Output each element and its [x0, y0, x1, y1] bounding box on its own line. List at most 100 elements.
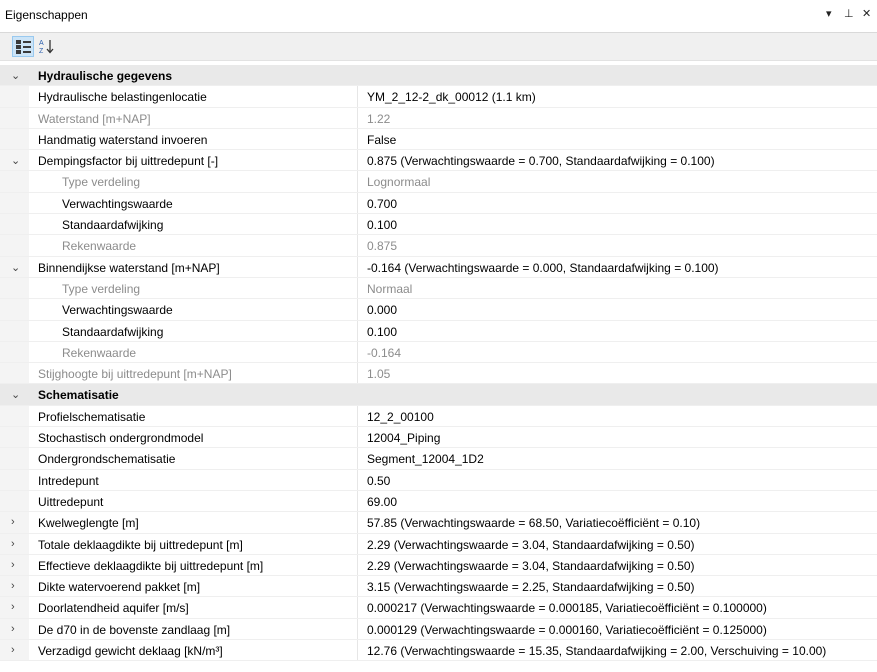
property-value[interactable]: 0.100: [359, 214, 877, 234]
property-value[interactable]: 0.000: [359, 299, 877, 319]
collapse-icon[interactable]: ⌄: [11, 154, 20, 167]
property-row[interactable]: Stijghoogte bij uittredepunt [m+NAP] 1.05: [0, 363, 877, 385]
property-value[interactable]: 0.875 (Verwachtingswaarde = 0.700, Stand…: [359, 150, 877, 170]
property-row[interactable]: Waterstand [m+NAP] 1.22: [0, 107, 877, 129]
property-row[interactable]: Verwachtingswaarde 0.700: [0, 192, 877, 215]
expand-icon[interactable]: ›: [11, 644, 15, 656]
row-gutter: ›: [0, 597, 29, 618]
property-value[interactable]: 0.100: [359, 321, 877, 341]
property-row[interactable]: Hydraulische belastingenlocatie YM_2_12-2…: [0, 86, 877, 108]
property-row[interactable]: ⌄ Dempingsfactor bij uittredepunt [-] 0.87…: [0, 150, 877, 172]
alphabetical-button[interactable]: A Z: [36, 36, 58, 57]
property-toolbar: A Z: [0, 33, 877, 61]
property-row[interactable]: Handmatig waterstand invoeren False: [0, 128, 877, 151]
property-row[interactable]: Verwachtingswaarde 0.000: [0, 299, 877, 321]
property-value: Normaal: [367, 281, 413, 296]
property-value[interactable]: 57.85 (Verwachtingswaarde = 68.50, Varia…: [359, 512, 877, 532]
expand-icon[interactable]: ›: [11, 580, 15, 592]
sort-alphabetical-icon: A Z: [39, 40, 54, 54]
property-row[interactable]: Standaardafwijking 0.100: [0, 320, 877, 342]
property-value[interactable]: 0.000129 (Verwachtingswaarde = 0.000160,…: [359, 619, 877, 639]
property-row[interactable]: ⌄ Binnendijkse waterstand [m+NAP] -0.164 (…: [0, 256, 877, 278]
property-row[interactable]: › Totale deklaagdikte bij uittredepunt [m…: [0, 533, 877, 555]
property-name: Doorlatendheid aquifer [m/s]: [29, 597, 358, 618]
property-value[interactable]: 0.50: [359, 470, 877, 490]
categorized-button[interactable]: [12, 36, 34, 57]
property-value[interactable]: 2.29 (Verwachtingswaarde = 3.04, Standaa…: [359, 555, 877, 575]
collapse-icon[interactable]: ⌄: [11, 69, 20, 82]
property-name: Verwachtingswaarde: [29, 299, 358, 320]
property-row[interactable]: Rekenwaarde -0.164: [0, 341, 877, 364]
property-name: Type verdeling: [29, 277, 358, 299]
row-gutter: [0, 405, 29, 427]
row-gutter: [0, 277, 29, 299]
property-row[interactable]: Uittredepunt 69.00: [0, 490, 877, 513]
pin-icon[interactable]: ⊥: [844, 7, 854, 20]
property-value[interactable]: 69.00: [359, 491, 877, 511]
property-row[interactable]: › Verzadigd gewicht deklaag [kN/m³] 12.76 …: [0, 640, 877, 662]
property-value[interactable]: Segment_12004_1D2: [359, 448, 877, 468]
property-row[interactable]: › Kwelweglengte [m] 57.85 (Verwachtingswaa…: [0, 512, 877, 534]
property-name: Rekenwaarde: [29, 235, 358, 256]
property-name: Hydraulische belastingenlocatie: [29, 86, 358, 107]
property-value[interactable]: 12004_Piping: [359, 427, 877, 447]
expand-icon[interactable]: ›: [11, 538, 15, 550]
property-value[interactable]: 2.29 (Verwachtingswaarde = 3.04, Standaa…: [359, 534, 877, 554]
property-name: Handmatig waterstand invoeren: [29, 128, 358, 150]
row-gutter: [0, 341, 29, 363]
categorized-icon: [16, 40, 31, 54]
expand-icon[interactable]: ›: [11, 559, 15, 571]
property-row[interactable]: Stochastisch ondergrondmodel 12004_Piping: [0, 427, 877, 449]
property-row[interactable]: Intredepunt 0.50: [0, 469, 877, 491]
property-name: Stijghoogte bij uittredepunt [m+NAP]: [29, 363, 358, 384]
expand-icon[interactable]: ›: [11, 623, 15, 635]
property-row[interactable]: Rekenwaarde 0.875: [0, 235, 877, 257]
property-row[interactable]: Type verdeling Normaal: [0, 277, 877, 300]
collapse-icon[interactable]: ⌄: [11, 388, 20, 401]
property-value: -0.164: [367, 345, 402, 360]
property-name: Standaardafwijking: [29, 320, 358, 341]
property-name: Waterstand [m+NAP]: [29, 107, 358, 128]
collapse-icon[interactable]: ⌄: [11, 261, 20, 274]
property-name: Stochastisch ondergrondmodel: [29, 427, 358, 448]
property-value[interactable]: 12.76 (Verwachtingswaarde = 15.35, Stand…: [359, 640, 877, 660]
property-value[interactable]: 0.700: [359, 193, 877, 213]
row-gutter: ⌄: [0, 65, 29, 86]
close-icon[interactable]: ✕: [862, 7, 871, 20]
row-gutter: ›: [0, 533, 29, 554]
property-row[interactable]: Type verdeling Lognormaal: [0, 171, 877, 193]
property-name: Verzadigd gewicht deklaag [kN/m³]: [29, 640, 358, 661]
property-row[interactable]: › Dikte watervoerend pakket [m] 3.15 (Verw…: [0, 576, 877, 598]
property-row[interactable]: Standaardafwijking 0.100: [0, 214, 877, 236]
expand-icon[interactable]: ›: [11, 516, 15, 528]
property-row[interactable]: › Effectieve deklaagdikte bij uittredepun…: [0, 554, 877, 577]
property-row[interactable]: Ondergrondschematisatie Segment_12004_1D2: [0, 448, 877, 470]
property-value[interactable]: 0.000217 (Verwachtingswaarde = 0.000185,…: [359, 597, 877, 617]
property-name: Dempingsfactor bij uittredepunt [-]: [29, 150, 358, 171]
property-value[interactable]: False: [359, 129, 877, 149]
panel-title: Eigenschappen: [5, 8, 88, 22]
property-row[interactable]: › De d70 in de bovenste zandlaag [m] 0.000…: [0, 618, 877, 641]
panel-title-bar: Eigenschappen ▾ ⊥ ✕: [0, 0, 877, 33]
category-row[interactable]: ⌄ Hydraulische gegevens: [0, 65, 877, 87]
category-label: Hydraulische gegevens: [38, 69, 173, 83]
property-value[interactable]: 12_2_00100: [359, 406, 877, 426]
property-row[interactable]: Profielschematisatie 12_2_00100: [0, 405, 877, 428]
row-gutter: [0, 448, 29, 469]
property-value: Lognormaal: [367, 175, 431, 190]
row-gutter: [0, 128, 29, 150]
property-value[interactable]: YM_2_12-2_dk_00012 (1.1 km): [359, 86, 877, 106]
row-gutter: [0, 86, 29, 107]
row-gutter: [0, 235, 29, 256]
svg-text:Z: Z: [39, 48, 44, 54]
row-gutter: [0, 490, 29, 512]
category-row[interactable]: ⌄ Schematisatie: [0, 384, 877, 406]
expand-icon[interactable]: ›: [11, 601, 15, 613]
property-row[interactable]: › Doorlatendheid aquifer [m/s] 0.000217 (V…: [0, 597, 877, 619]
property-value: 1.05: [367, 367, 391, 382]
property-name: Rekenwaarde: [29, 341, 358, 363]
panel-menu-icon[interactable]: ▾: [826, 7, 832, 20]
property-value[interactable]: 3.15 (Verwachtingswaarde = 2.25, Standaa…: [359, 576, 877, 596]
property-name: Binnendijkse waterstand [m+NAP]: [29, 256, 358, 277]
property-value[interactable]: -0.164 (Verwachtingswaarde = 0.000, Stan…: [359, 257, 877, 277]
